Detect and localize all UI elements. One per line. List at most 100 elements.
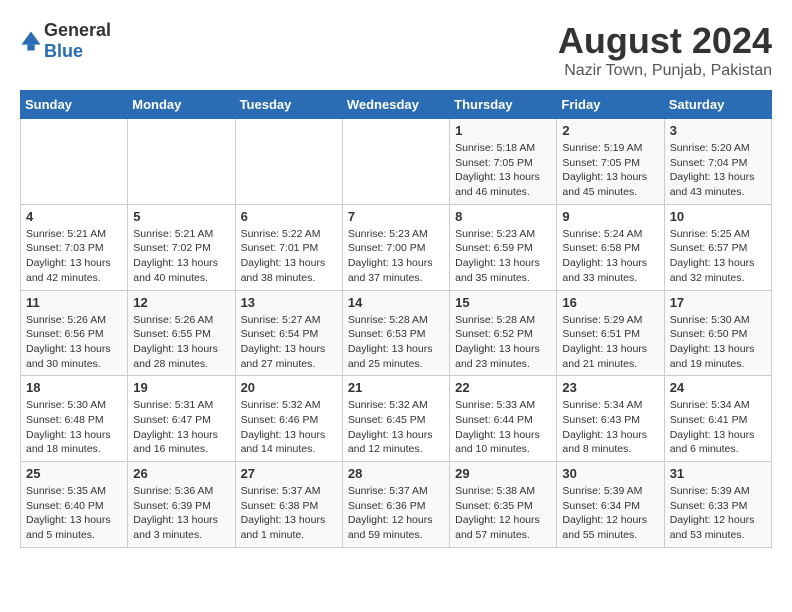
calendar-cell: 18 Sunrise: 5:30 AM Sunset: 6:48 PM Dayli… <box>21 376 128 462</box>
day-number: 30 <box>562 466 658 481</box>
calendar-cell: 1Sunrise: 5:18 AM Sunset: 7:05 PM Daylig… <box>450 119 557 205</box>
calendar-cell: 4 Sunrise: 5:21 AM Sunset: 7:03 PM Daylig… <box>21 204 128 290</box>
weekday-header-thursday: Thursday <box>450 91 557 119</box>
calendar-week-row: 25Sunrise: 5:35 AM Sunset: 6:40 PM Dayli… <box>21 462 772 548</box>
day-number: 1 <box>455 123 551 138</box>
weekday-header-saturday: Saturday <box>664 91 771 119</box>
day-number: 13 <box>241 295 337 310</box>
day-info: Sunrise: 5:23 AM Sunset: 7:00 PM Dayligh… <box>348 227 444 286</box>
page-header: General Blue August 2024 Nazir Town, Pun… <box>20 20 772 80</box>
calendar-cell: 30 Sunrise: 5:39 AM Sunset: 6:34 PM Dayli… <box>557 462 664 548</box>
calendar-cell: 7 Sunrise: 5:23 AM Sunset: 7:00 PM Daylig… <box>342 204 449 290</box>
day-info: Sunrise: 5:31 AM Sunset: 6:47 PM Dayligh… <box>133 398 229 457</box>
day-info: Sunrise: 5:27 AM Sunset: 6:54 PM Dayligh… <box>241 313 337 372</box>
day-info: Sunrise: 5:28 AM Sunset: 6:53 PM Dayligh… <box>348 313 444 372</box>
day-number: 16 <box>562 295 658 310</box>
calendar-table: SundayMondayTuesdayWednesdayThursdayFrid… <box>20 90 772 548</box>
day-number: 28 <box>348 466 444 481</box>
day-info: Sunrise: 5:34 AM Sunset: 6:41 PM Dayligh… <box>670 398 766 457</box>
day-number: 15 <box>455 295 551 310</box>
day-info: Sunrise: 5:39 AM Sunset: 6:33 PM Dayligh… <box>670 484 766 543</box>
calendar-week-row: 11 Sunrise: 5:26 AM Sunset: 6:56 PM Dayli… <box>21 290 772 376</box>
day-info: Sunrise: 5:35 AM Sunset: 6:40 PM Dayligh… <box>26 484 122 543</box>
calendar-cell: 27 Sunrise: 5:37 AM Sunset: 6:38 PM Dayli… <box>235 462 342 548</box>
calendar-cell: 2 Sunrise: 5:19 AM Sunset: 7:05 PM Daylig… <box>557 119 664 205</box>
day-number: 6 <box>241 209 337 224</box>
calendar-cell: 5 Sunrise: 5:21 AM Sunset: 7:02 PM Daylig… <box>128 204 235 290</box>
day-number: 7 <box>348 209 444 224</box>
day-info: Sunrise: 5:19 AM Sunset: 7:05 PM Dayligh… <box>562 141 658 200</box>
calendar-cell: 21 Sunrise: 5:32 AM Sunset: 6:45 PM Dayli… <box>342 376 449 462</box>
day-info: Sunrise: 5:21 AM Sunset: 7:03 PM Dayligh… <box>26 227 122 286</box>
day-info: Sunrise: 5:29 AM Sunset: 6:51 PM Dayligh… <box>562 313 658 372</box>
calendar-week-row: 4 Sunrise: 5:21 AM Sunset: 7:03 PM Daylig… <box>21 204 772 290</box>
day-info: Sunrise: 5:23 AM Sunset: 6:59 PM Dayligh… <box>455 227 551 286</box>
day-info: Sunrise: 5:26 AM Sunset: 6:56 PM Dayligh… <box>26 313 122 372</box>
calendar-subtitle: Nazir Town, Punjab, Pakistan <box>558 62 772 80</box>
day-number: 2 <box>562 123 658 138</box>
day-number: 27 <box>241 466 337 481</box>
day-number: 26 <box>133 466 229 481</box>
day-number: 20 <box>241 380 337 395</box>
calendar-cell: 23 Sunrise: 5:34 AM Sunset: 6:43 PM Dayli… <box>557 376 664 462</box>
calendar-cell: 6 Sunrise: 5:22 AM Sunset: 7:01 PM Daylig… <box>235 204 342 290</box>
day-number: 22 <box>455 380 551 395</box>
calendar-cell <box>235 119 342 205</box>
day-number: 3 <box>670 123 766 138</box>
logo-icon <box>20 30 42 52</box>
day-number: 23 <box>562 380 658 395</box>
day-number: 21 <box>348 380 444 395</box>
day-number: 24 <box>670 380 766 395</box>
day-info: Sunrise: 5:32 AM Sunset: 6:46 PM Dayligh… <box>241 398 337 457</box>
calendar-cell: 24 Sunrise: 5:34 AM Sunset: 6:41 PM Dayli… <box>664 376 771 462</box>
day-info: Sunrise: 5:39 AM Sunset: 6:34 PM Dayligh… <box>562 484 658 543</box>
day-number: 10 <box>670 209 766 224</box>
calendar-cell: 29 Sunrise: 5:38 AM Sunset: 6:35 PM Dayli… <box>450 462 557 548</box>
logo-blue: Blue <box>44 41 83 61</box>
day-info: Sunrise: 5:30 AM Sunset: 6:50 PM Dayligh… <box>670 313 766 372</box>
day-info: Sunrise: 5:32 AM Sunset: 6:45 PM Dayligh… <box>348 398 444 457</box>
day-number: 5 <box>133 209 229 224</box>
calendar-cell: 19Sunrise: 5:31 AM Sunset: 6:47 PM Dayli… <box>128 376 235 462</box>
weekday-header-wednesday: Wednesday <box>342 91 449 119</box>
day-info: Sunrise: 5:34 AM Sunset: 6:43 PM Dayligh… <box>562 398 658 457</box>
calendar-title: August 2024 <box>558 20 772 62</box>
calendar-cell: 22 Sunrise: 5:33 AM Sunset: 6:44 PM Dayli… <box>450 376 557 462</box>
day-number: 9 <box>562 209 658 224</box>
day-number: 29 <box>455 466 551 481</box>
calendar-cell: 8 Sunrise: 5:23 AM Sunset: 6:59 PM Daylig… <box>450 204 557 290</box>
calendar-cell: 20 Sunrise: 5:32 AM Sunset: 6:46 PM Dayli… <box>235 376 342 462</box>
day-info: Sunrise: 5:37 AM Sunset: 6:38 PM Dayligh… <box>241 484 337 543</box>
calendar-cell: 10 Sunrise: 5:25 AM Sunset: 6:57 PM Dayli… <box>664 204 771 290</box>
day-number: 14 <box>348 295 444 310</box>
day-info: Sunrise: 5:25 AM Sunset: 6:57 PM Dayligh… <box>670 227 766 286</box>
day-info: Sunrise: 5:24 AM Sunset: 6:58 PM Dayligh… <box>562 227 658 286</box>
day-number: 12 <box>133 295 229 310</box>
day-info: Sunrise: 5:28 AM Sunset: 6:52 PM Dayligh… <box>455 313 551 372</box>
day-info: Sunrise: 5:30 AM Sunset: 6:48 PM Dayligh… <box>26 398 122 457</box>
day-info: Sunrise: 5:33 AM Sunset: 6:44 PM Dayligh… <box>455 398 551 457</box>
weekday-header-tuesday: Tuesday <box>235 91 342 119</box>
calendar-week-row: 1Sunrise: 5:18 AM Sunset: 7:05 PM Daylig… <box>21 119 772 205</box>
day-number: 18 <box>26 380 122 395</box>
calendar-cell: 14 Sunrise: 5:28 AM Sunset: 6:53 PM Dayli… <box>342 290 449 376</box>
weekday-header-monday: Monday <box>128 91 235 119</box>
day-info: Sunrise: 5:36 AM Sunset: 6:39 PM Dayligh… <box>133 484 229 543</box>
day-number: 11 <box>26 295 122 310</box>
day-number: 4 <box>26 209 122 224</box>
weekday-header-friday: Friday <box>557 91 664 119</box>
day-info: Sunrise: 5:21 AM Sunset: 7:02 PM Dayligh… <box>133 227 229 286</box>
day-number: 8 <box>455 209 551 224</box>
weekday-header-sunday: Sunday <box>21 91 128 119</box>
title-area: August 2024 Nazir Town, Punjab, Pakistan <box>558 20 772 80</box>
day-info: Sunrise: 5:38 AM Sunset: 6:35 PM Dayligh… <box>455 484 551 543</box>
calendar-cell <box>342 119 449 205</box>
logo: General Blue <box>20 20 111 62</box>
day-number: 31 <box>670 466 766 481</box>
calendar-cell: 15 Sunrise: 5:28 AM Sunset: 6:52 PM Dayli… <box>450 290 557 376</box>
calendar-cell: 28Sunrise: 5:37 AM Sunset: 6:36 PM Dayli… <box>342 462 449 548</box>
calendar-cell: 17Sunrise: 5:30 AM Sunset: 6:50 PM Dayli… <box>664 290 771 376</box>
day-info: Sunrise: 5:22 AM Sunset: 7:01 PM Dayligh… <box>241 227 337 286</box>
day-info: Sunrise: 5:26 AM Sunset: 6:55 PM Dayligh… <box>133 313 229 372</box>
calendar-cell: 11 Sunrise: 5:26 AM Sunset: 6:56 PM Dayli… <box>21 290 128 376</box>
